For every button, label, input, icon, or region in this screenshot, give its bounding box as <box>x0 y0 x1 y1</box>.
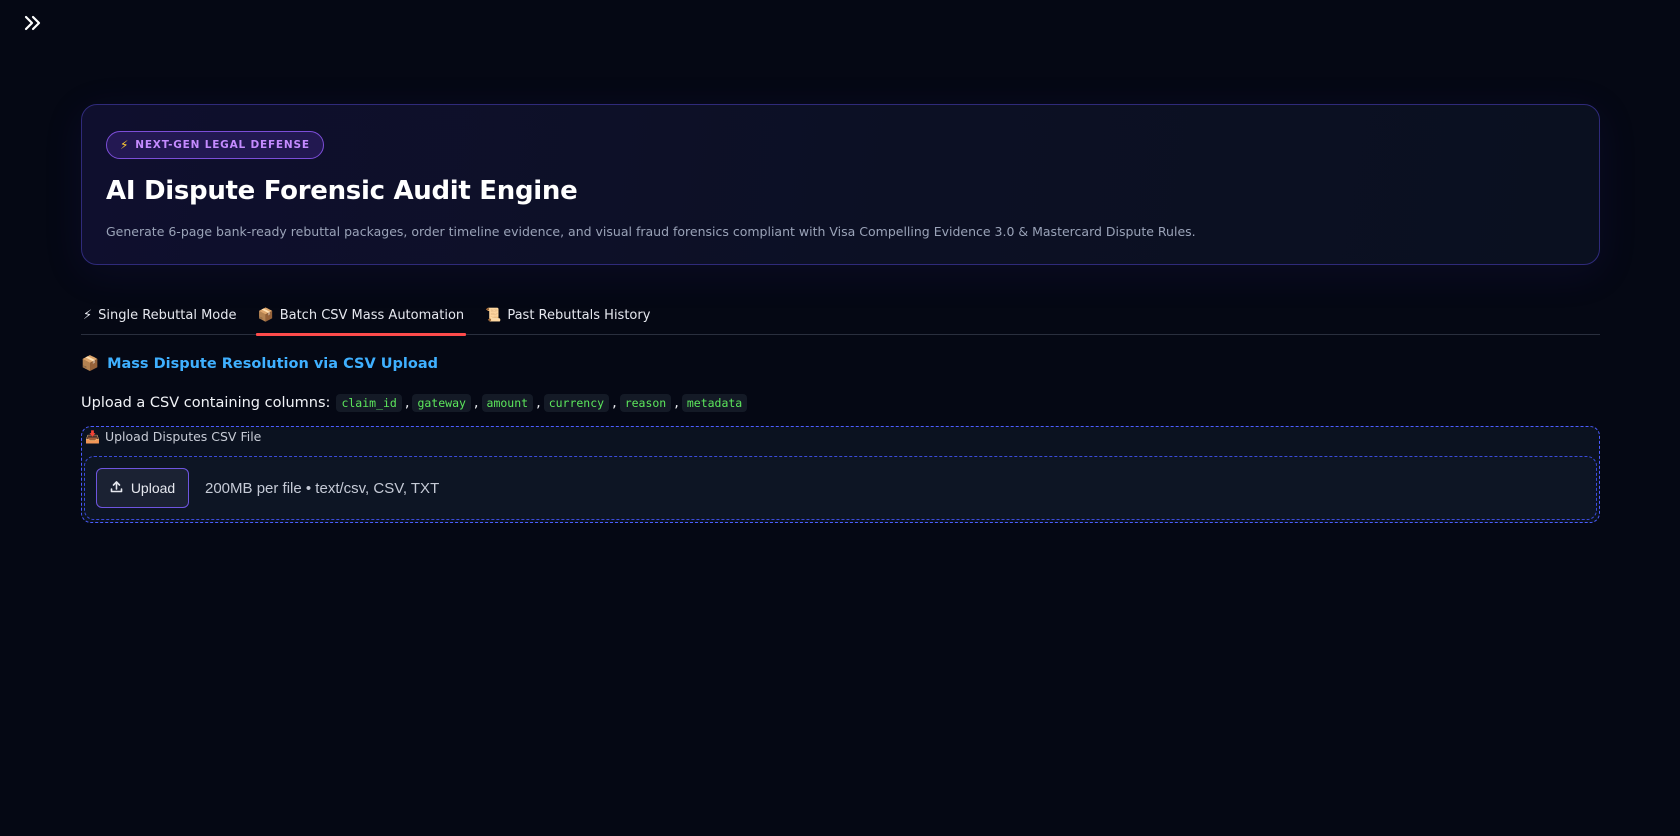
column-code: reason <box>619 394 672 412</box>
section-heading: 📦 Mass Dispute Resolution via CSV Upload <box>81 355 1600 373</box>
columns-description: Upload a CSV containing columns: claim_i… <box>81 394 1600 412</box>
columns-intro: Upload a CSV containing columns: <box>81 395 331 411</box>
page-title: AI Dispute Forensic Audit Engine <box>106 176 578 206</box>
file-dropzone[interactable]: Upload 200MB per file • text/csv, CSV, T… <box>84 456 1597 520</box>
tab-label: Batch CSV Mass Automation <box>279 307 465 323</box>
inbox-tray-icon: 📥 <box>85 429 100 444</box>
hero-badge: ⚡ NEXT-GEN LEGAL DEFENSE <box>106 131 324 159</box>
column-code: amount <box>481 394 534 412</box>
column-code: metadata <box>681 394 748 412</box>
column-code: claim_id <box>336 394 402 412</box>
lightning-icon: ⚡ <box>120 138 130 152</box>
upload-button-label: Upload <box>130 480 176 496</box>
column-code: currency <box>543 394 610 412</box>
upload-icon <box>110 480 123 496</box>
tab-label: Past Rebuttals History <box>507 307 651 323</box>
package-icon: 📦 <box>257 307 274 323</box>
hero-card: ⚡ NEXT-GEN LEGAL DEFENSE AI Dispute Fore… <box>81 104 1600 265</box>
section-heading-text: Mass Dispute Resolution via CSV Upload <box>107 355 438 372</box>
tab-bar: ⚡ Single Rebuttal Mode 📦 Batch CSV Mass … <box>81 295 1600 336</box>
package-icon: 📦 <box>81 356 100 372</box>
tab-history[interactable]: 📜 Past Rebuttals History <box>483 295 652 335</box>
uploader-label: 📥 Upload Disputes CSV File <box>85 429 261 444</box>
tab-batch-csv[interactable]: 📦 Batch CSV Mass Automation <box>255 295 467 336</box>
hero-badge-label: NEXT-GEN LEGAL DEFENSE <box>135 139 310 151</box>
main-content: ⚡ NEXT-GEN LEGAL DEFENSE AI Dispute Fore… <box>81 104 1600 523</box>
tab-single-rebuttal[interactable]: ⚡ Single Rebuttal Mode <box>81 295 239 335</box>
expand-sidebar-icon[interactable] <box>22 12 44 34</box>
csv-file-uploader: 📥 Upload Disputes CSV File Upload 200MB … <box>81 426 1600 523</box>
lightning-icon: ⚡ <box>83 307 93 323</box>
scroll-icon: 📜 <box>485 307 502 323</box>
column-code: gateway <box>412 394 471 412</box>
upload-button[interactable]: Upload <box>96 468 189 508</box>
uploader-label-text: Upload Disputes CSV File <box>104 429 262 444</box>
tab-label: Single Rebuttal Mode <box>98 307 237 323</box>
page-subtitle: Generate 6-page bank-ready rebuttal pack… <box>106 224 1196 239</box>
upload-hint: 200MB per file • text/csv, CSV, TXT <box>205 479 440 497</box>
